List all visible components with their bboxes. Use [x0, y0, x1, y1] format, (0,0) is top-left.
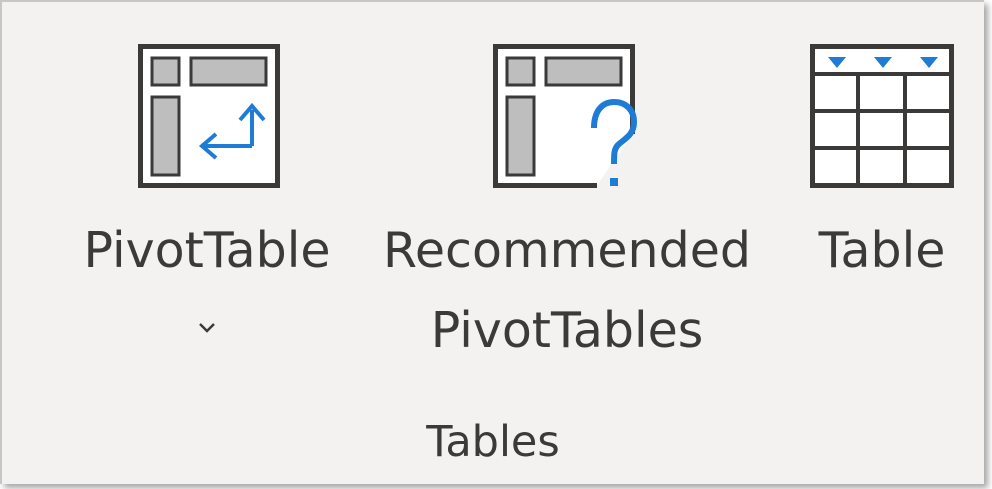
recommended-label-line1: Recommended: [383, 222, 751, 279]
pivottable-button[interactable]: PivotTable: [62, 2, 352, 382]
table-icon: [810, 44, 954, 188]
tables-ribbon-group: PivotTable Recommended PivotTables Table…: [0, 0, 984, 484]
recommended-pivottables-icon: [493, 44, 638, 188]
recommended-pivottables-button[interactable]: Recommended PivotTables: [357, 2, 777, 382]
recommended-label-line2: PivotTables: [430, 302, 704, 359]
pivottable-label: PivotTable: [83, 222, 331, 279]
pivottable-icon: [138, 44, 280, 188]
table-label: Table: [818, 222, 946, 279]
group-label-tables: Tables: [426, 417, 560, 467]
chevron-down-icon: [199, 323, 215, 333]
table-button[interactable]: Table: [792, 2, 972, 382]
